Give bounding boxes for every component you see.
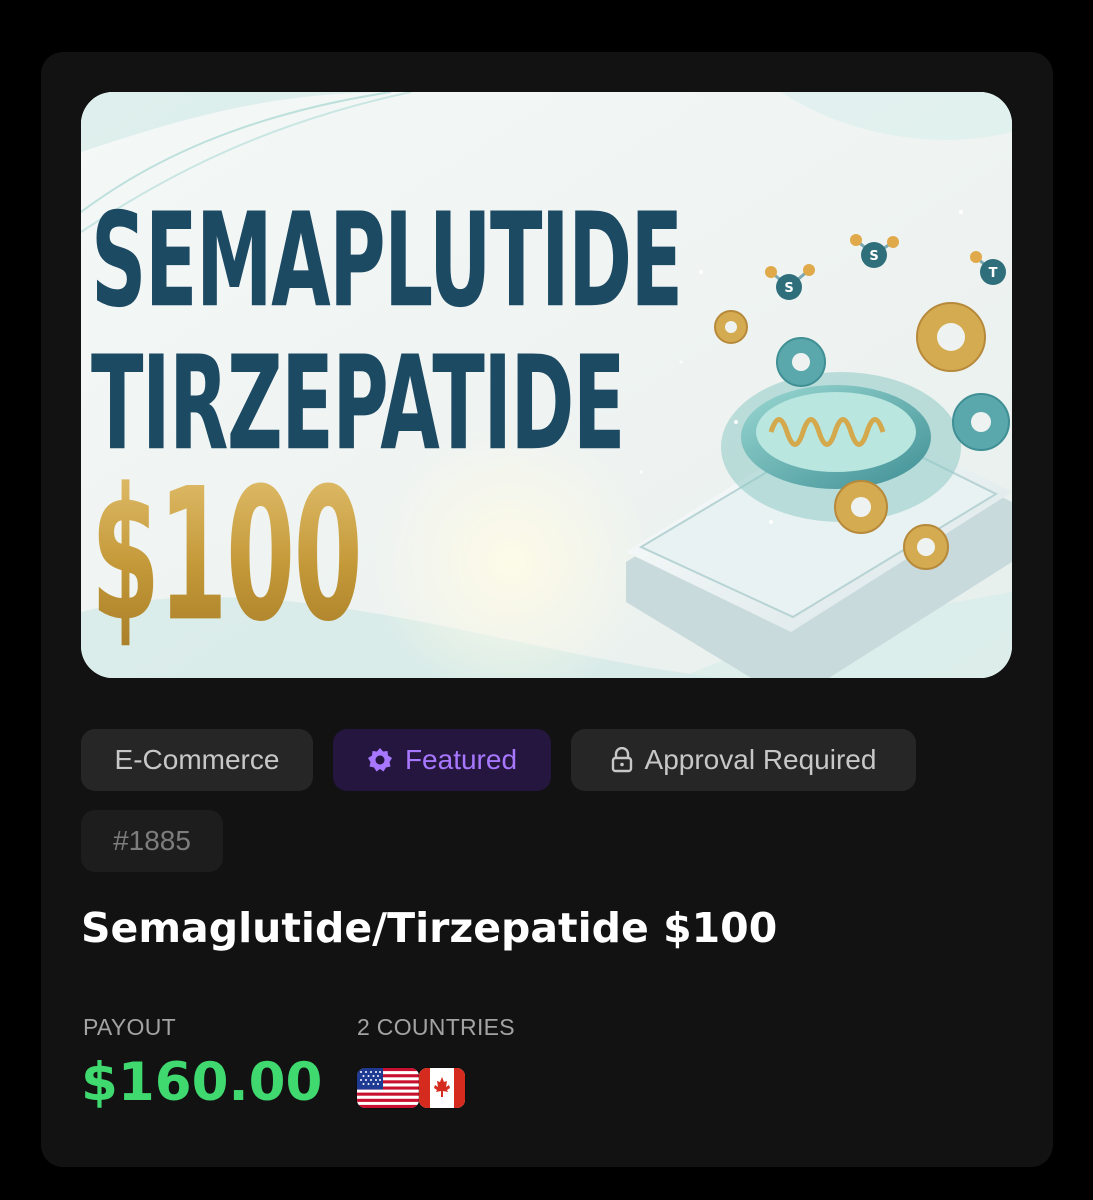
payout-label: PAYOUT — [83, 1014, 176, 1040]
offer-id-tag: #1885 — [81, 810, 223, 872]
category-tag[interactable]: E-Commerce — [81, 729, 313, 791]
offer-id-label: #1885 — [113, 825, 191, 856]
banner-headline-price: $100 — [91, 450, 363, 663]
countries-label: 2 COUNTRIES — [357, 1014, 515, 1040]
lock-icon — [611, 747, 633, 773]
canada-flag-icon — [419, 1068, 465, 1108]
payout-amount: $160.00 — [81, 1052, 323, 1113]
offer-title[interactable]: Semaglutide/Tirzepatide $100 — [81, 904, 777, 952]
banner-headline-line1: SEMAPLUTIDE — [91, 184, 683, 337]
country-flags — [357, 1068, 465, 1108]
offer-banner-image: S S T SEMAPLUTIDE TIRZEPATIDE $100 — [81, 92, 1012, 678]
featured-tag-label: Featured — [404, 744, 518, 775]
featured-tag[interactable]: Featured — [333, 729, 551, 791]
approval-tag-label: Approval Required — [644, 744, 877, 775]
us-flag-icon — [357, 1068, 419, 1108]
offer-card[interactable]: S S T SEMAPLUTIDE TIRZEPATIDE $100 E-Com… — [41, 52, 1053, 1167]
category-tag-label: E-Commerce — [114, 744, 280, 775]
badge-star-icon — [367, 747, 393, 773]
approval-required-tag[interactable]: Approval Required — [571, 729, 916, 791]
